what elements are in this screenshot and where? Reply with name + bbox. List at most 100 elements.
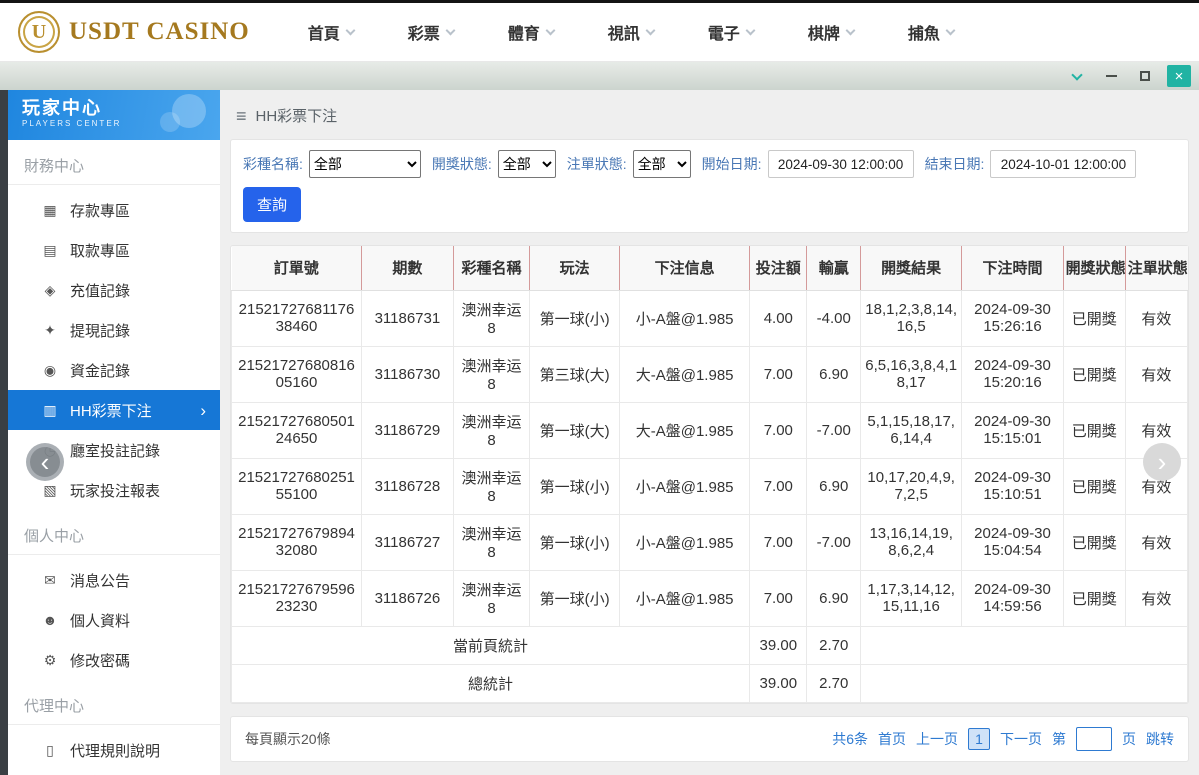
first-page-link[interactable]: 首页 [878, 729, 906, 749]
cell-lottery-name: 澳洲幸运8 [452, 345, 531, 403]
scroll-right-button[interactable]: › [1143, 443, 1181, 481]
sidebar-item-change-password[interactable]: ⚙ 修改密碼 [8, 640, 220, 680]
cell-bet-amount: 7.00 [749, 569, 808, 627]
window-minimize-button[interactable] [1099, 65, 1123, 87]
sidebar-item-label: 存款專區 [70, 202, 131, 220]
funds-icon: ◉ [43, 361, 57, 378]
lottery-bets-icon: ▥ [43, 401, 57, 418]
breadcrumb: ≡ HH彩票下注 [230, 90, 1189, 139]
chevron-down-icon [1071, 68, 1083, 81]
scroll-left-button[interactable]: ‹ [26, 443, 64, 481]
page-title: HH彩票下注 [255, 108, 338, 125]
cell-play-type: 第三球(大) [529, 345, 621, 403]
cell-play-type: 第一球(小) [529, 569, 621, 627]
sidebar-item-label: 修改密碼 [70, 652, 131, 670]
cell-draw-status: 已開獎 [1062, 569, 1126, 627]
nav-item-home[interactable]: 首頁 [307, 20, 356, 44]
window-collapse-button[interactable] [1065, 65, 1089, 87]
nav-item-sports[interactable]: 體育 [508, 20, 556, 44]
cell-bet-time: 2024-09-30 14:59:56 [961, 569, 1064, 627]
cell-bet-amount: 7.00 [749, 401, 808, 459]
cell-bet-amount: 7.00 [749, 345, 808, 403]
summary-row-grand-total: 總統計 39.00 2.70 [230, 663, 1188, 703]
section-finance-center: 財務中心 [8, 140, 220, 185]
sidebar-item-announcements[interactable]: ✉ 消息公告 [8, 560, 220, 600]
cell-order-status: 有效 [1124, 289, 1189, 347]
chevron-down-icon [645, 25, 656, 35]
cell-draw-result: 5,1,15,18,17,6,14,4 [860, 401, 963, 459]
cell-order-id: 2152172768117638460 [230, 289, 363, 347]
sidebar-item-recharge-record[interactable]: ◈ 充值記錄 [8, 270, 220, 310]
next-page-link[interactable]: 下一页 [1000, 729, 1042, 749]
start-date-input[interactable] [767, 150, 914, 178]
nav-label: 首頁 [307, 26, 340, 43]
withdraw-icon: ▤ [43, 241, 57, 258]
window-maximize-button[interactable] [1133, 65, 1157, 87]
app-window: U USDT CASINO 首頁 彩票 體育 視訊 電子 棋牌 捕魚 × 玩家中… [0, 0, 1199, 775]
draw-status-select[interactable]: 全部 [497, 150, 556, 178]
col-lottery-name: 彩種名稱 [452, 246, 530, 291]
sidebar-item-cashout-record[interactable]: ✦ 提現記錄 [8, 310, 220, 350]
sidebar-item-withdraw[interactable]: ▤ 取款專區 [8, 230, 220, 270]
search-button[interactable]: 查詢 [243, 187, 302, 222]
cell-play-type: 第一球(小) [529, 513, 621, 571]
window-close-button[interactable]: × [1167, 65, 1191, 87]
cell-bet-info: 大-A盤@1.985 [619, 401, 751, 459]
cashout-icon: ✦ [44, 321, 56, 338]
end-date-input[interactable] [990, 150, 1137, 178]
cell-order-id: 2152172768081605160 [230, 345, 363, 403]
nav-item-fishing[interactable]: 捕魚 [908, 20, 956, 44]
jump-button[interactable]: 跳转 [1146, 729, 1174, 749]
recharge-icon: ◈ [44, 281, 56, 298]
cell-draw-result: 6,5,16,3,8,4,18,17 [860, 345, 963, 403]
logo-coin-icon: U [18, 11, 60, 53]
nav-item-cards[interactable]: 棋牌 [808, 20, 856, 44]
sidebar-item-agent-rules[interactable]: ▯ 代理規則說明 [8, 730, 220, 770]
summary-empty [860, 625, 1188, 665]
sidebar-item-deposit[interactable]: ▦ 存款專區 [8, 190, 220, 230]
table-row: 2152172768025155100 31186728 澳洲幸运8 第一球(小… [230, 457, 1189, 515]
order-status-select[interactable]: 全部 [632, 150, 691, 178]
jump-page-input[interactable] [1076, 726, 1112, 751]
current-page-badge[interactable]: 1 [968, 727, 990, 750]
nav-label: 彩票 [407, 26, 440, 43]
cell-bet-time: 2024-09-30 15:15:01 [961, 401, 1064, 459]
cell-lottery-name: 澳洲幸运8 [452, 401, 531, 459]
col-draw-result: 開獎結果 [860, 246, 962, 291]
sidebar-item-profile[interactable]: ☻ 個人資料 [8, 600, 220, 640]
cell-play-type: 第一球(大) [529, 401, 621, 459]
table-header-row: 訂單號 期數 彩種名稱 玩法 下注信息 投注額 輸贏 開獎結果 下注時間 開獎狀… [231, 246, 1188, 291]
gear-icon: ⚙ [43, 651, 57, 668]
nav-label: 視訊 [607, 26, 640, 43]
cell-order-id: 2152172768025155100 [230, 457, 363, 515]
cell-winloss: -4.00 [806, 289, 862, 347]
cell-period: 31186726 [361, 569, 454, 627]
cell-play-type: 第一球(小) [529, 289, 621, 347]
summary-bet-total: 39.00 [749, 663, 808, 703]
nav-label: 電子 [707, 26, 740, 43]
sidebar-item-hh-lottery-bets[interactable]: ▥ HH彩票下注 › [8, 390, 220, 430]
sidebar-item-label: HH彩票下注 [70, 402, 152, 420]
summary-empty [860, 663, 1188, 703]
nav-item-live[interactable]: 視訊 [607, 20, 656, 44]
section-personal-center: 個人中心 [8, 510, 220, 555]
table-row: 2152172768117638460 31186731 澳洲幸运8 第一球(小… [230, 289, 1189, 347]
chevron-right-icon: › [200, 400, 206, 420]
nav-item-lottery[interactable]: 彩票 [407, 20, 456, 44]
site-logo[interactable]: U USDT CASINO [18, 11, 250, 53]
col-order-status: 注單狀態 [1124, 246, 1188, 291]
cell-winloss: 6.90 [806, 457, 862, 515]
hamburger-menu-icon[interactable]: ≡ [236, 107, 247, 125]
jump-suffix-label: 页 [1122, 730, 1136, 747]
sidebar-item-funds-record[interactable]: ◉ 資金記錄 [8, 350, 220, 390]
lottery-name-select[interactable]: 全部 [308, 150, 421, 178]
pager: 共6条 首页 上一页 1 下一页 第 页 跳转 [832, 726, 1174, 751]
cell-bet-amount: 7.00 [749, 513, 808, 571]
filter-row: 彩種名稱: 全部 開獎狀態: 全部 注單狀態: 全部 開始日期: 結束日期: [243, 150, 1176, 178]
prev-page-link[interactable]: 上一页 [916, 729, 958, 749]
col-winloss: 輸贏 [806, 246, 861, 291]
sidebar-item-label: 充值記錄 [70, 282, 131, 300]
cell-winloss: -7.00 [806, 513, 862, 571]
content-area: 玩家中心 PLAYERS CENTER 財務中心 ▦ 存款專區 ▤ 取款專區 ◈… [0, 90, 1199, 775]
nav-item-slots[interactable]: 電子 [707, 20, 756, 44]
